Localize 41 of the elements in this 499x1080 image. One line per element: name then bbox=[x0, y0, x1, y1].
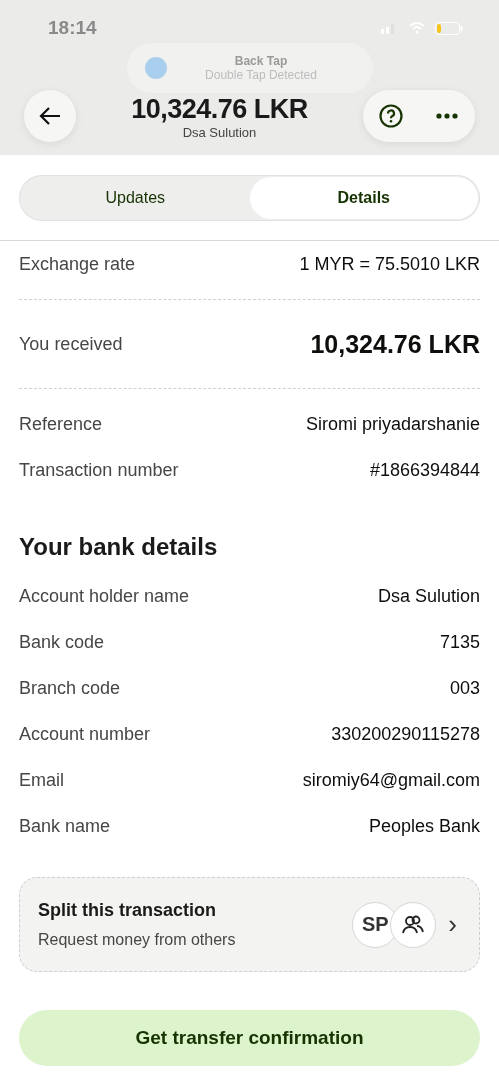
detail-label: You received bbox=[19, 333, 123, 355]
detail-label: Transaction number bbox=[19, 459, 179, 481]
section-heading: Your bank details bbox=[19, 533, 219, 561]
detail-label: Exchange rate bbox=[19, 253, 136, 275]
chevron-icon: › bbox=[448, 909, 457, 940]
more-button[interactable] bbox=[436, 113, 459, 119]
detail-value: 10,324.76 LKR bbox=[310, 329, 480, 359]
battery-icon bbox=[435, 21, 463, 35]
header-amount: 10,324.76 LKR bbox=[131, 94, 308, 125]
split-card[interactable]: Split this transaction Request money from others SP › bbox=[19, 877, 480, 972]
detail-value: 1 MYR = 75.5010 LKR bbox=[299, 253, 480, 275]
detail-value: 7135 bbox=[439, 631, 480, 653]
detail-label: Branch code bbox=[19, 677, 121, 699]
detail-value: Siromi priyadarshanie bbox=[305, 413, 480, 435]
detail-value: #1866394844 bbox=[369, 459, 480, 481]
help-icon bbox=[379, 104, 404, 128]
detail-value: 330200290115278 bbox=[331, 723, 480, 745]
detail-value: 003 bbox=[449, 677, 480, 699]
detail-value: Dsa Sulution bbox=[377, 585, 480, 607]
split-subtitle: Request money from others bbox=[38, 931, 236, 949]
detail-label: Bank name bbox=[19, 815, 111, 837]
detail-label: Email bbox=[19, 769, 64, 791]
info-icon bbox=[145, 57, 167, 79]
transfer-confirmation-button[interactable]: Get transfer confirmation bbox=[19, 1010, 480, 1066]
tab[interactable]: Details bbox=[249, 177, 478, 219]
detail-label: Bank code bbox=[19, 631, 105, 653]
notification-title: Back Tap bbox=[234, 54, 288, 68]
detail-label: Account holder name bbox=[19, 585, 190, 607]
help-button[interactable] bbox=[379, 104, 404, 128]
tab[interactable]: Updates bbox=[21, 177, 250, 219]
recipient-name: Dsa Sulution bbox=[182, 125, 257, 140]
detail-label: Account number bbox=[19, 723, 151, 745]
more-icon bbox=[436, 113, 459, 119]
people-icon bbox=[402, 914, 425, 935]
status-time: 18:14 bbox=[48, 17, 97, 39]
detail-label: Reference bbox=[19, 413, 103, 435]
back-arrow-icon bbox=[38, 106, 62, 126]
split-title: Split this transaction bbox=[38, 900, 218, 921]
detail-value: Peoples Bank bbox=[368, 815, 480, 837]
detail-value: siromiy64@gmail.com bbox=[302, 769, 480, 791]
back-button[interactable] bbox=[24, 90, 76, 142]
